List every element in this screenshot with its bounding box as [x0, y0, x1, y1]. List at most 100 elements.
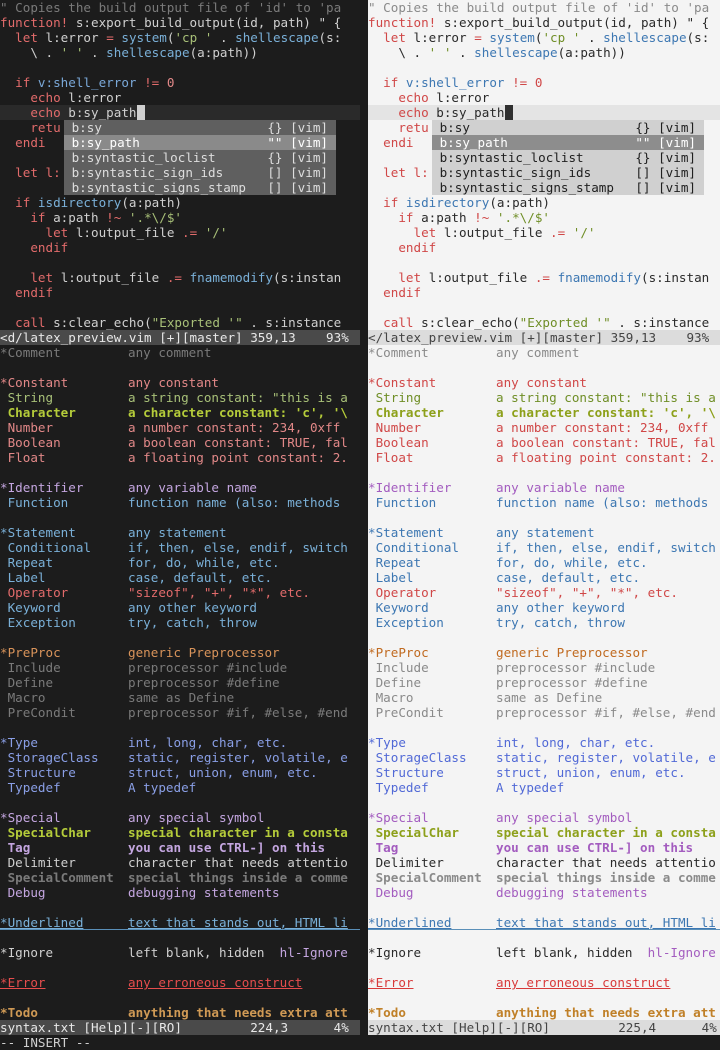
highlight-group-description: a character constant: 'c', '\: [496, 405, 716, 420]
status-line-top: <d/latex_preview.vim [+][master] 359,13 …: [0, 330, 360, 345]
highlight-group-description: same as Define: [128, 690, 235, 705]
completion-popup[interactable]: b:sy {} [vim] b:sy_path "" [vim] b:syntast…: [432, 120, 704, 195]
highlight-group-description: a floating point constant: 2.: [496, 450, 716, 465]
code-token: endi: [383, 135, 414, 150]
help-line: StorageClass static, register, volatile, …: [0, 750, 360, 765]
vim-window-light[interactable]: " Copies the build output file of 'id' t…: [368, 0, 720, 1035]
help-line: SpecialChar special character in a consta: [368, 825, 720, 840]
code-line: function! s:export_build_output(id, path…: [0, 15, 360, 30]
completion-item[interactable]: b:syntastic_sign_ids [] [vim]: [432, 165, 704, 180]
help-line: [368, 990, 720, 1005]
help-buffer[interactable]: *Comment any comment *Constant any constant…: [368, 345, 720, 1020]
code-token: isdirectory: [405, 195, 490, 210]
help-line: Macro same as Define: [0, 690, 360, 705]
code-token: shellescape: [106, 45, 190, 60]
code-line: let l:error = system('cp ' . shellescape…: [0, 30, 360, 45]
code-token: !~: [474, 210, 497, 225]
code-token: l:error: [413, 30, 475, 45]
code-token: \ .: [0, 45, 61, 60]
code-token: system: [489, 30, 535, 45]
completion-item[interactable]: b:syntastic_loclist {} [vim]: [64, 150, 336, 165]
completion-item[interactable]: b:syntastic_loclist {} [vim]: [432, 150, 704, 165]
help-line: Operator "sizeof", "+", "*", etc.: [368, 585, 720, 600]
completion-item[interactable]: b:sy {} [vim]: [64, 120, 336, 135]
code-token: (id, path) " {: [235, 15, 342, 30]
code-token: s:export_build_output: [443, 15, 604, 30]
help-line: [0, 510, 360, 525]
highlight-group-name: Boolean: [0, 435, 61, 450]
highlight-group-name: Debug: [368, 885, 414, 900]
highlight-group-name: Boolean: [368, 435, 429, 450]
highlight-group-description: text that stands out, HTML li: [128, 915, 348, 930]
code-line: function! s:export_build_output(id, path…: [368, 15, 720, 30]
help-line: [368, 795, 720, 810]
completion-kind: [] [vim]: [267, 165, 328, 180]
completion-item[interactable]: b:syntastic_signs_stamp [] [vim]: [64, 180, 336, 195]
completion-item[interactable]: b:syntastic_sign_ids [] [vim]: [64, 165, 336, 180]
highlight-group-name: Delimiter: [0, 855, 76, 870]
code-token: let: [30, 270, 61, 285]
vim-window-dark[interactable]: " Copies the build output file of 'id' t…: [0, 0, 360, 1035]
code-token: if: [383, 195, 406, 210]
help-buffer[interactable]: *Comment any comment *Constant any constant…: [0, 345, 360, 1020]
help-line: Define preprocessor #define: [368, 675, 720, 690]
help-line: *Error any erroneous construct: [368, 975, 720, 990]
completion-kind: [] [vim]: [267, 180, 328, 195]
highlight-group-name: *Comment: [368, 345, 429, 360]
code-token: ' ': [428, 45, 452, 60]
code-token: b:sy_path: [68, 105, 137, 120]
highlight-group-description: anything that needs extra att: [128, 1005, 348, 1020]
completion-word: b:syntastic_loclist: [64, 150, 216, 165]
completion-item[interactable]: b:sy {} [vim]: [432, 120, 704, 135]
code-token: .=: [550, 225, 573, 240]
highlight-group-description: a number constant: 234, 0xff: [128, 420, 341, 435]
highlight-group-description: any constant: [128, 375, 219, 390]
highlight-group-description: A typedef: [128, 780, 197, 795]
code-token: let l:: [383, 165, 429, 180]
highlight-group-description: special things inside a comme: [496, 870, 716, 885]
code-token: ' ': [60, 45, 84, 60]
code-token: s:export_build_output: [75, 15, 236, 30]
code-token: 'cp ': [542, 30, 581, 45]
highlight-group-description: debugging statements: [128, 885, 280, 900]
highlight-group-name: *Ignore: [368, 945, 422, 960]
code-token: =: [474, 30, 490, 45]
completion-popup[interactable]: b:sy {} [vim] b:sy_path "" [vim] b:syntast…: [64, 120, 336, 195]
code-line: " Copies the build output file of 'id' t…: [368, 0, 720, 15]
highlight-group-description: static, register, volatile, e: [128, 750, 348, 765]
code-token: '.*\/$': [128, 210, 182, 225]
code-line: if a:path !~ '.*\/$': [368, 210, 720, 225]
code-token: let: [45, 225, 76, 240]
code-line: if isdirectory(a:path): [0, 195, 360, 210]
code-line: call s:clear_echo("Exported '" . s:insta…: [368, 315, 720, 330]
help-line: Exception try, catch, throw: [0, 615, 360, 630]
help-line: String a string constant: "this is a: [368, 390, 720, 405]
completion-item[interactable]: b:syntastic_signs_stamp [] [vim]: [432, 180, 704, 195]
code-token: .=: [182, 225, 205, 240]
help-line: Keyword any other keyword: [0, 600, 360, 615]
status-line-bottom: syntax.txt [Help][-][RO] 224,3 4%: [0, 1020, 360, 1035]
highlight-group-description: any erroneous construct: [128, 975, 303, 990]
help-tag: hl-Ignore: [264, 945, 348, 960]
completion-item[interactable]: b:sy_path "" [vim]: [432, 135, 704, 150]
code-token: let: [15, 30, 46, 45]
highlight-group-description: generic Preprocessor: [496, 645, 648, 660]
code-token: .=: [166, 270, 190, 285]
completion-word: b:syntastic_signs_stamp: [432, 180, 614, 195]
highlight-group-name: *Constant: [368, 375, 437, 390]
highlight-group-description: try, catch, throw: [496, 615, 625, 630]
code-token: let l:: [15, 165, 61, 180]
help-line: [368, 900, 720, 915]
completion-item[interactable]: b:sy_path "" [vim]: [64, 135, 336, 150]
help-line: *Identifier any variable name: [0, 480, 360, 495]
